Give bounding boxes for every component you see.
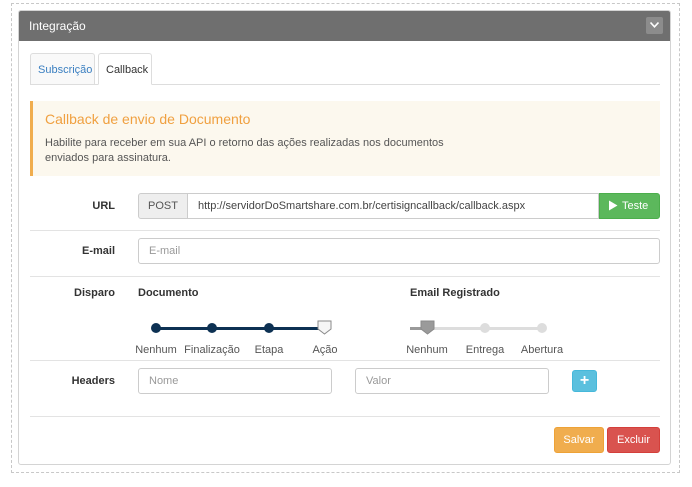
documento-tick-label: Etapa — [254, 344, 284, 356]
documento-slider-title: Documento — [138, 287, 199, 299]
tab-subscricao[interactable]: Subscrição — [30, 53, 95, 84]
chevron-down-icon — [650, 22, 659, 28]
alert-text: Habilite para receber em sua API o retor… — [45, 137, 444, 164]
documento-tick-label: Ação — [312, 344, 338, 356]
integration-panel: Integração Subscrição Callback Callback … — [18, 10, 671, 465]
panel-header: Integração — [19, 11, 670, 41]
divider — [30, 276, 660, 277]
documento-step-dot[interactable] — [207, 323, 217, 333]
test-button-label: Teste — [622, 200, 649, 212]
email-registrado-step-dot[interactable] — [480, 323, 490, 333]
tab-callback[interactable]: Callback — [98, 53, 152, 85]
url-label: URL — [92, 200, 115, 212]
divider — [30, 230, 660, 231]
header-name-input[interactable]: Nome — [138, 368, 332, 394]
email-label: E-mail — [81, 245, 115, 257]
play-icon — [609, 200, 618, 211]
email-registrado-tick-label: Abertura — [520, 344, 564, 356]
test-button[interactable]: Teste — [599, 193, 660, 219]
headers-label: Headers — [71, 375, 115, 387]
panel-title: Integração — [29, 19, 86, 33]
alert-title: Callback de envio de Documento — [45, 111, 251, 127]
email-registrado-tick-label: Entrega — [465, 344, 505, 356]
email-registrado-step-dot[interactable] — [537, 323, 547, 333]
email-registrado-slider-handle[interactable] — [420, 320, 435, 335]
callback-info-alert: Callback de envio de Documento Habilite … — [30, 101, 660, 176]
documento-slider-handle[interactable] — [317, 320, 332, 335]
divider — [30, 360, 660, 361]
disparo-label: Disparo — [74, 287, 115, 299]
email-registrado-slider-title: Email Registrado — [410, 287, 500, 299]
divider — [30, 416, 660, 417]
collapse-button[interactable] — [646, 17, 663, 34]
documento-step-dot[interactable] — [151, 323, 161, 333]
http-method-addon: POST — [138, 193, 188, 219]
documento-tick-label: Nenhum — [135, 344, 177, 356]
delete-button[interactable]: Excluir — [607, 427, 660, 453]
documento-tick-label: Finalização — [184, 344, 240, 356]
save-button[interactable]: Salvar — [554, 427, 604, 453]
email-input[interactable]: E-mail — [138, 238, 660, 264]
url-input[interactable]: http://servidorDoSmartshare.com.br/certi… — [187, 193, 599, 219]
email-registrado-tick-label: Nenhum — [406, 344, 448, 356]
add-header-button[interactable]: + — [572, 370, 597, 392]
tab-bar: Subscrição Callback — [30, 53, 660, 85]
documento-slider-track — [156, 327, 326, 330]
header-value-input[interactable]: Valor — [355, 368, 549, 394]
documento-step-dot[interactable] — [264, 323, 274, 333]
